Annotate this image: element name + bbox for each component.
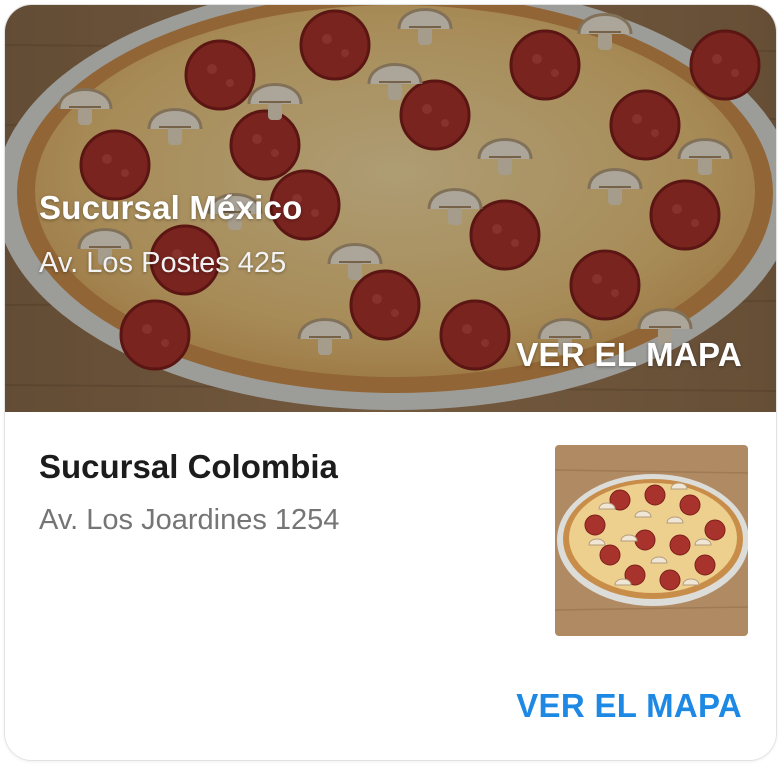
branch-address: Av. Los Joardines 1254 (39, 504, 340, 536)
branch-name: Sucursal México (39, 189, 303, 226)
branch-thumbnail (555, 445, 748, 636)
view-map-button[interactable]: VER EL MAPA (516, 687, 742, 725)
view-map-button[interactable]: VER EL MAPA (516, 336, 742, 374)
branch-hero-item[interactable]: Sucursal México Av. Los Postes 425 VER E… (5, 5, 776, 412)
branch-list-card: Sucursal México Av. Los Postes 425 VER E… (4, 4, 777, 761)
branch-name: Sucursal Colombia (39, 448, 338, 485)
pizza-thumbnail-image (555, 445, 748, 636)
branch-address: Av. Los Postes 425 (39, 247, 287, 279)
branch-list-item[interactable]: Sucursal Colombia Av. Los Joardines 1254 (5, 412, 776, 760)
